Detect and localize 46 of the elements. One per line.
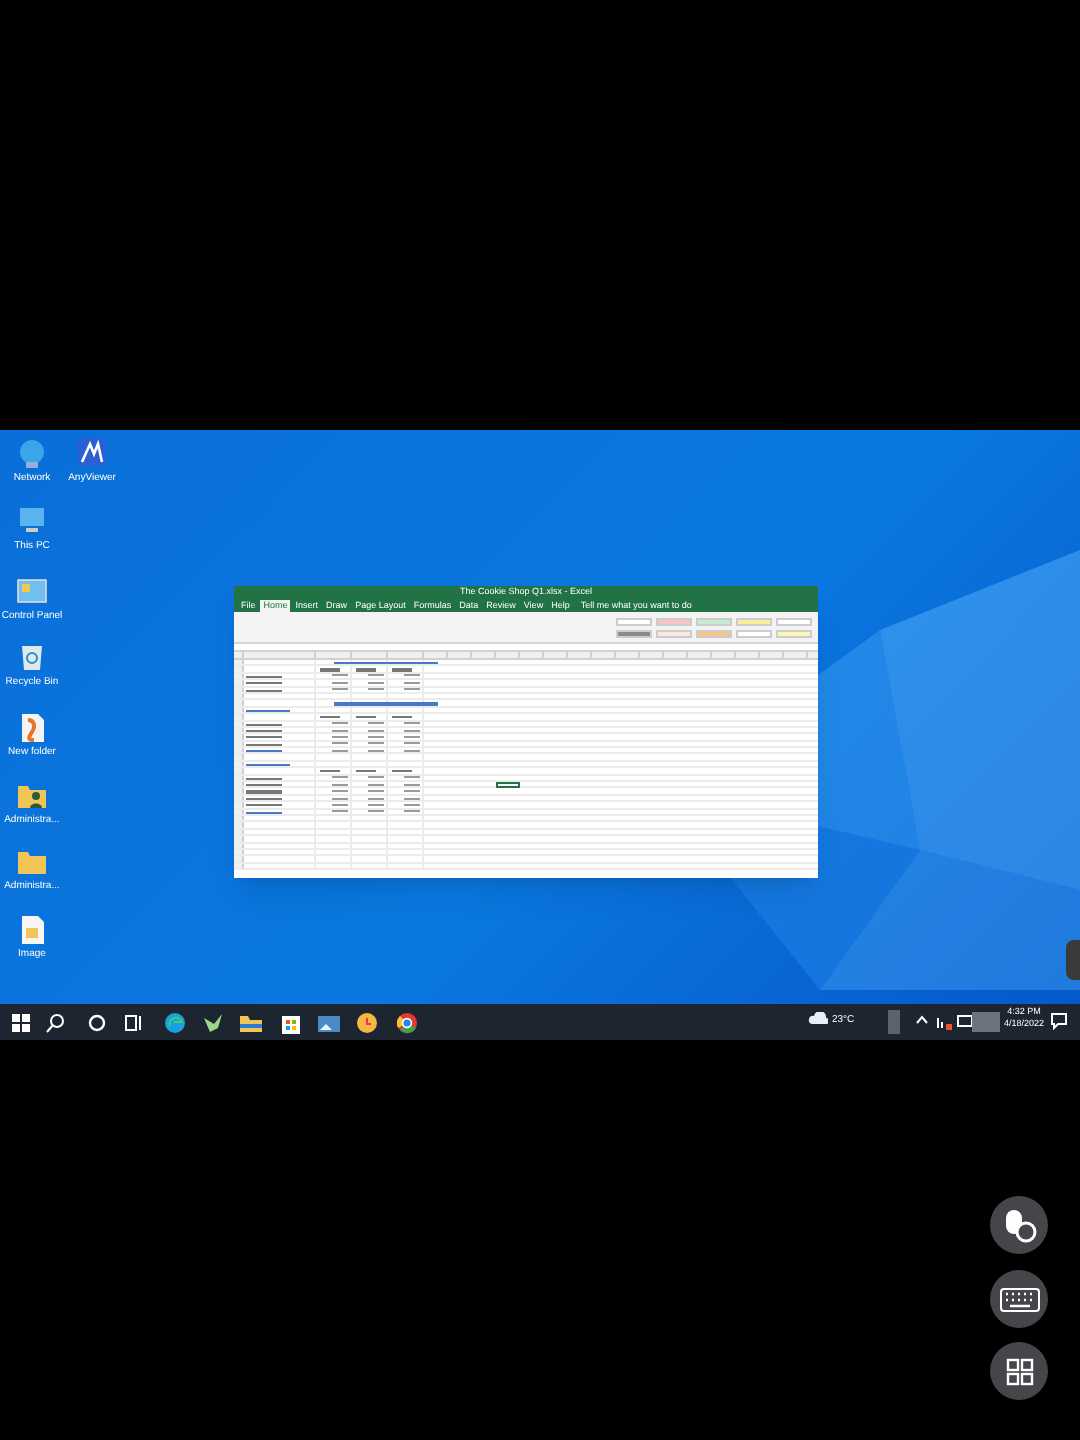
cloud-icon [808, 1012, 828, 1026]
folder-icon [16, 846, 48, 878]
cell-style-swatch[interactable] [736, 617, 772, 625]
control-panel-icon [16, 576, 48, 608]
selected-cell[interactable] [496, 782, 520, 789]
cell-style-swatch[interactable] [656, 617, 692, 625]
windows-icon [7, 1009, 33, 1035]
keyboard-button[interactable] [990, 1270, 1048, 1328]
cell-style-swatch[interactable] [616, 629, 652, 637]
circle-icon [83, 1009, 109, 1035]
app-button[interactable] [352, 1008, 380, 1036]
cell-style-swatch[interactable] [696, 629, 732, 637]
side-panel-handle[interactable] [1066, 940, 1080, 980]
chevron-up-icon [914, 1012, 930, 1028]
image-file-icon [16, 914, 48, 946]
notification-icon [1050, 1012, 1068, 1030]
search-icon [41, 1009, 67, 1035]
network-icon [934, 1012, 954, 1032]
start-button[interactable] [6, 1008, 34, 1036]
apps-button[interactable] [990, 1342, 1048, 1400]
clock-icon [353, 1009, 379, 1035]
keyboard-icon [999, 1287, 1039, 1311]
edge-button[interactable] [160, 1008, 188, 1036]
search-button[interactable] [40, 1008, 68, 1036]
cell-style-swatch[interactable] [656, 629, 692, 637]
display-icon [956, 1012, 974, 1030]
app-logo-icon [76, 438, 108, 470]
recycle-bin-icon [16, 642, 48, 674]
redacted-block [888, 1010, 900, 1034]
chrome-icon [393, 1009, 419, 1035]
cell-style-swatch[interactable] [776, 629, 812, 637]
mouse-mode-button[interactable] [990, 1196, 1048, 1254]
redacted-block [972, 1012, 1000, 1032]
cell-style-swatch[interactable] [736, 629, 772, 637]
document-icon [16, 712, 48, 744]
computer-icon [16, 506, 48, 538]
cell-style-swatch[interactable] [776, 617, 812, 625]
cell-style-swatch[interactable] [616, 617, 652, 625]
globe-icon [16, 438, 48, 470]
mouse-icon [1001, 1207, 1037, 1243]
chrome-button[interactable] [392, 1008, 420, 1036]
grid-icon [1005, 1357, 1033, 1385]
edge-icon [161, 1009, 187, 1035]
cell-style-swatch[interactable] [696, 617, 732, 625]
user-folder-icon [16, 780, 48, 812]
task-view-icon [119, 1009, 145, 1035]
